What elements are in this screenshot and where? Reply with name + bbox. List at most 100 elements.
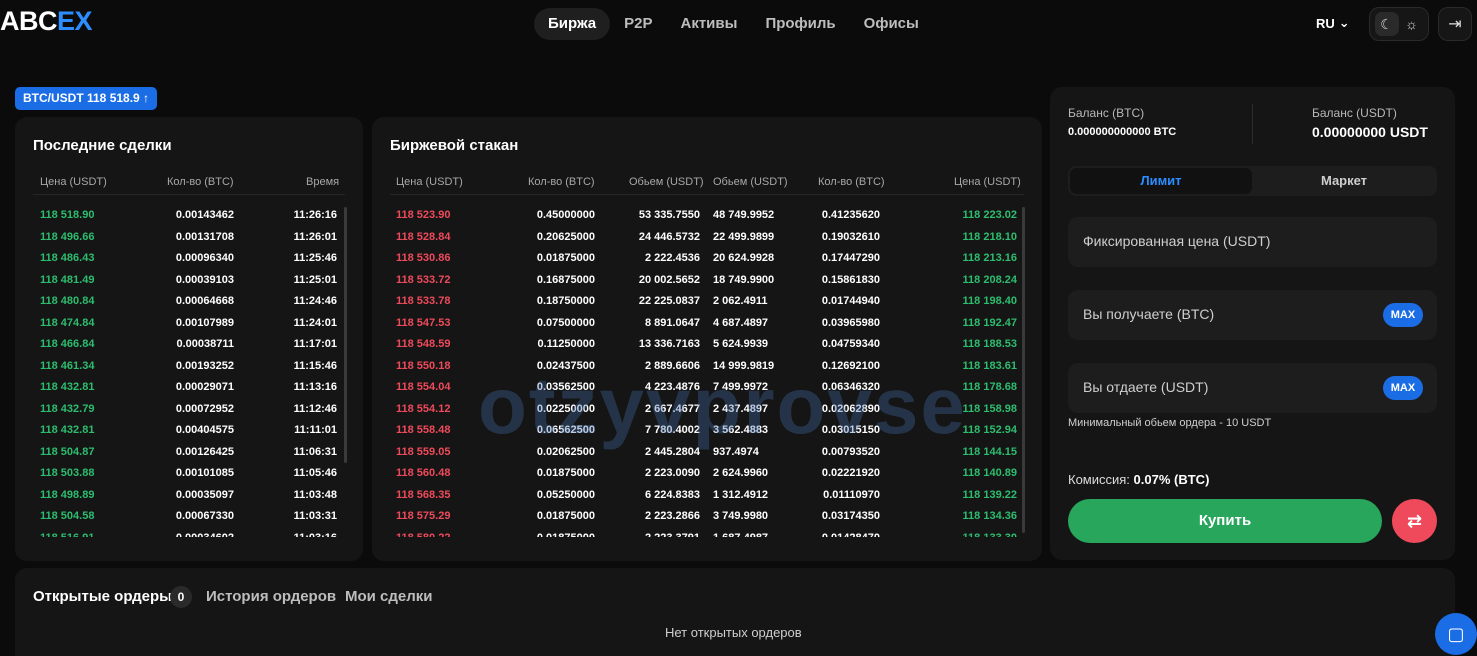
orderbook-row[interactable]: 118 523.90 0.45000000 53 335.7550 48 749.99…	[390, 205, 1020, 227]
tab-my-trades[interactable]: Мои сделки	[345, 588, 433, 605]
bid-qty: 0.02062890	[821, 402, 880, 415]
orderbook-row[interactable]: 118 568.35 0.05250000 6 224.8383 1 312.4912…	[390, 485, 1020, 507]
fixed-price-field[interactable]: Фиксированная цена (USDT)	[1068, 217, 1437, 267]
bid-volume: 22 499.9899	[713, 230, 775, 243]
receive-max-button[interactable]: MAX	[1383, 303, 1423, 327]
trade-qty: 0.00064668	[175, 295, 234, 307]
ask-volume: 6 224.8383	[644, 488, 700, 501]
orderbook-row[interactable]: 118 554.12 0.02250000 2 667.4677 2 437.4897…	[390, 399, 1020, 421]
trade-row[interactable]: 118 503.88 0.00101085 11:05:46	[40, 463, 340, 485]
bid-volume: 937.4974	[713, 445, 759, 458]
bid-volume: 2 062.4911	[713, 295, 768, 307]
bid-price: 118 139.22	[962, 488, 1017, 501]
orderbook-scrollbar[interactable]	[1022, 207, 1025, 533]
commission-value: 0.07% (BTC)	[1133, 472, 1210, 487]
trades-scrollbar[interactable]	[344, 207, 347, 463]
trade-row[interactable]: 118 504.58 0.00067330 11:03:31	[40, 506, 340, 528]
tab-order-history[interactable]: История ордеров	[206, 588, 336, 605]
orderbook-row[interactable]: 118 575.29 0.01875000 2 223.2866 3 749.9980…	[390, 506, 1020, 528]
nav-p2p[interactable]: P2P	[610, 8, 666, 40]
order-type-tabs: Лимит Маркет	[1068, 166, 1437, 196]
orderbook-row[interactable]: 118 580.22 0.01875000 2 223.3791 1 687.4987…	[390, 528, 1020, 538]
trade-row[interactable]: 118 480.84 0.00064668 11:24:46	[40, 291, 340, 313]
ask-qty: 0.16875000	[536, 273, 595, 286]
orderbook-row[interactable]: 118 558.48 0.06562500 7 780.4002 3 562.4883…	[390, 420, 1020, 442]
col-ask-qty: Кол-во (BTC)	[528, 176, 595, 188]
give-max-button[interactable]: MAX	[1383, 376, 1423, 400]
col-qty: Кол-во (BTC)	[167, 176, 234, 188]
orderbook-row[interactable]: 118 547.53 0.07500000 8 891.0647 4 687.4897…	[390, 313, 1020, 335]
nav-profile[interactable]: Профиль	[751, 8, 849, 40]
trade-row[interactable]: 118 516.91 0.00034602 11:03:16	[40, 528, 340, 538]
trade-row[interactable]: 118 432.79 0.00072952 11:12:46	[40, 399, 340, 421]
trade-row[interactable]: 118 461.34 0.00193252 11:15:46	[40, 356, 340, 378]
sun-icon[interactable]: ☼	[1400, 12, 1424, 36]
trade-price: 118 432.81	[40, 424, 95, 436]
orderbook-row[interactable]: 118 554.04 0.03562500 4 223.4876 7 499.9972…	[390, 377, 1020, 399]
orderbook-row[interactable]: 118 528.84 0.20625000 24 446.5732 22 499.98…	[390, 227, 1020, 249]
ask-volume: 2 445.2804	[644, 445, 700, 458]
nav-exchange[interactable]: Биржа	[534, 8, 611, 40]
pair-price-badge[interactable]: BTC/USDT 118 518.9 ↑	[15, 87, 158, 110]
trade-row[interactable]: 118 466.84 0.00038711 11:17:01	[40, 334, 340, 356]
logout-button[interactable]: ⇥	[1438, 7, 1472, 41]
trade-row[interactable]: 118 518.90 0.00143462 11:26:16	[40, 205, 340, 227]
theme-toggle[interactable]: ☾ ☼	[1369, 7, 1429, 41]
col-bid-price: Цена (USDT)	[954, 176, 1021, 188]
bid-price: 118 152.94	[962, 424, 1017, 436]
orderbook-row[interactable]: 118 533.78 0.18750000 22 225.0837 2 062.491…	[390, 291, 1020, 313]
trade-price: 118 503.88	[40, 467, 95, 479]
trade-row[interactable]: 118 481.49 0.00039103 11:25:01	[40, 270, 340, 292]
trade-row[interactable]: 118 474.84 0.00107989 11:24:01	[40, 313, 340, 335]
trade-row[interactable]: 118 432.81 0.00404575 11:11:01	[40, 420, 340, 442]
logo[interactable]: ABCEX	[0, 6, 93, 37]
trades-list[interactable]: 118 518.90 0.00143462 11:26:16 118 496.66 0.…	[40, 205, 340, 537]
trade-row[interactable]: 118 432.81 0.00029071 11:13:16	[40, 377, 340, 399]
bid-price: 118 134.36	[962, 510, 1017, 522]
orderbook-row[interactable]: 118 550.18 0.02437500 2 889.6606 14 999.981…	[390, 356, 1020, 378]
tab-limit[interactable]: Лимит	[1070, 168, 1252, 194]
trade-price: 118 432.79	[40, 402, 95, 415]
receive-amount-field[interactable]: Вы получаете (BTC) MAX	[1068, 290, 1437, 340]
balance-btc-label: Баланс (BTC)	[1068, 106, 1145, 120]
orderbook-row[interactable]: 118 530.86 0.01875000 2 222.4536 20 624.992…	[390, 248, 1020, 270]
trade-price: 118 516.91	[40, 528, 94, 538]
col-time: Время	[306, 176, 340, 188]
trade-row[interactable]: 118 504.87 0.00126425 11:06:31	[40, 442, 340, 464]
trade-qty: 0.00034602	[176, 528, 234, 538]
orderbook-list[interactable]: 118 523.90 0.45000000 53 335.7550 48 749.99…	[390, 205, 1020, 537]
bid-volume: 48 749.9952	[713, 209, 775, 221]
trade-row[interactable]: 118 498.89 0.00035097 11:03:48	[40, 485, 340, 507]
nav-offices[interactable]: Офисы	[850, 8, 933, 40]
chat-button[interactable]: ▢	[1435, 613, 1477, 655]
trade-qty: 0.00193252	[175, 359, 234, 372]
orderbook-row[interactable]: 118 548.59 0.11250000 13 336.7163 5 624.993…	[390, 334, 1020, 356]
tab-market[interactable]: Маркет	[1253, 168, 1435, 194]
bid-qty: 0.00793520	[821, 445, 880, 458]
trade-price: 118 481.49	[40, 273, 95, 286]
bid-volume: 4 687.4897	[713, 316, 769, 329]
ask-price: 118 528.84	[396, 230, 451, 243]
ask-price: 118 533.78	[396, 295, 451, 307]
bid-qty: 0.03015150	[821, 424, 880, 436]
orderbook-row[interactable]: 118 559.05 0.02062500 2 445.2804 937.4974 0.…	[390, 442, 1020, 464]
moon-icon[interactable]: ☾	[1374, 12, 1399, 36]
swap-button[interactable]: ⇄	[1392, 499, 1437, 543]
tab-open-orders[interactable]: Открытые ордеры	[33, 588, 172, 605]
ask-price: 118 554.04	[396, 381, 451, 393]
trade-qty: 0.00107989	[175, 316, 234, 329]
trade-row[interactable]: 118 486.43 0.00096340 11:25:46	[40, 248, 340, 270]
bid-qty: 0.12692100	[821, 359, 880, 372]
balance-divider	[1252, 104, 1253, 144]
buy-button[interactable]: Купить	[1068, 499, 1382, 543]
orderbook-row[interactable]: 118 560.48 0.01875000 2 223.0090 2 624.9960…	[390, 463, 1020, 485]
trade-row[interactable]: 118 496.66 0.00131708 11:26:01	[40, 227, 340, 249]
orderbook-row[interactable]: 118 533.72 0.16875000 20 002.5652 18 749.99…	[390, 270, 1020, 292]
nav-assets[interactable]: Активы	[667, 8, 752, 40]
trade-time: 11:15:46	[293, 359, 337, 372]
bid-price: 118 178.68	[962, 381, 1017, 393]
language-selector[interactable]: RU ⌄	[1316, 15, 1350, 31]
give-label: Вы отдаете (USDT)	[1083, 379, 1209, 395]
give-amount-field[interactable]: Вы отдаете (USDT) MAX	[1068, 363, 1437, 413]
col-ask-volume: Обьем (USDT)	[629, 176, 704, 188]
